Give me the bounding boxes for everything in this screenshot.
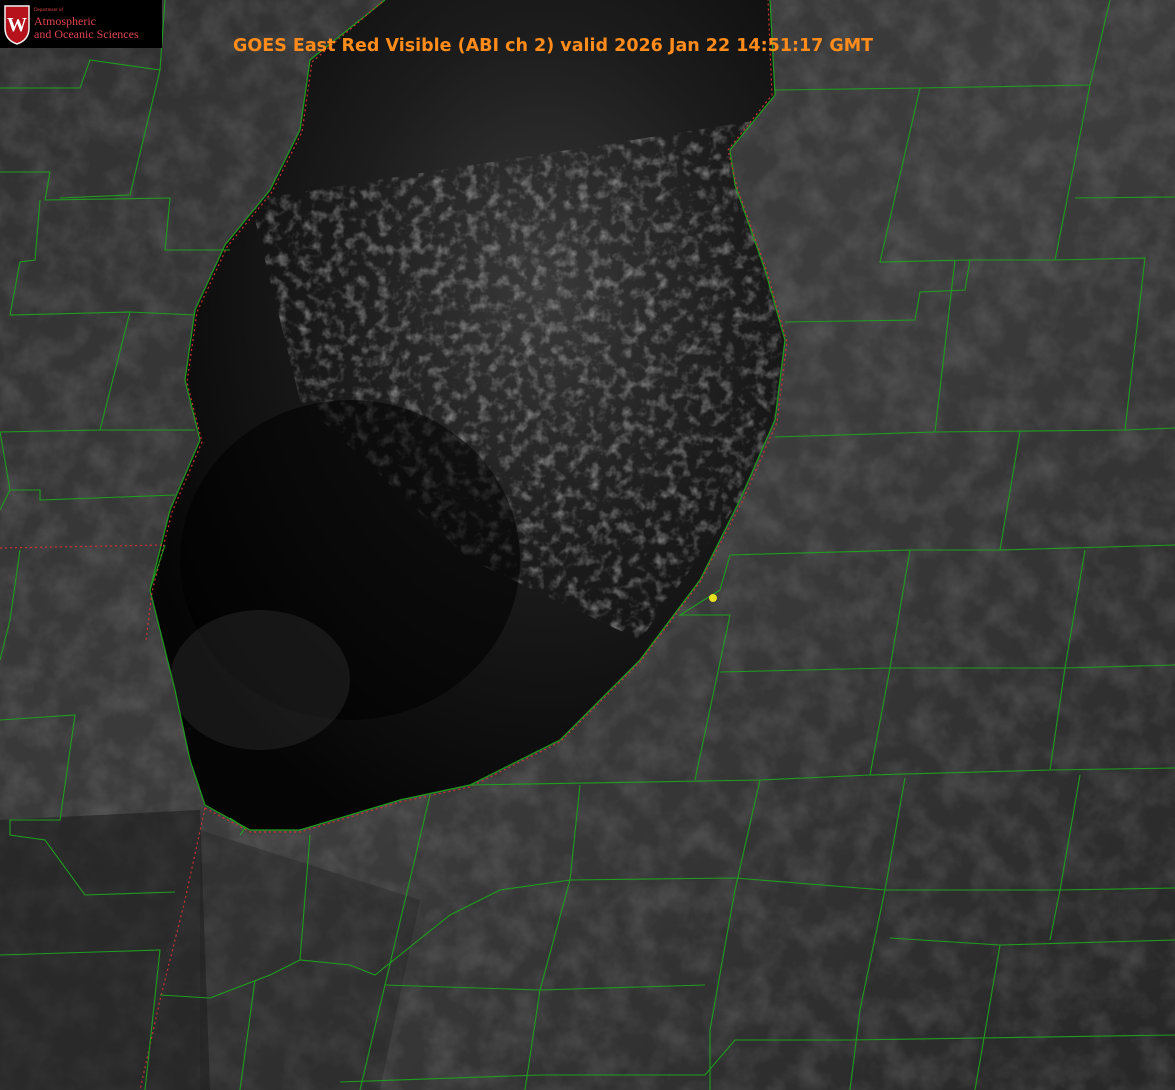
yellow-dot-marker [709,594,717,602]
uw-aos-logo: W Department of Atmospheric and Oceanic … [0,0,162,48]
logo-dept-text: Department of [34,8,64,13]
logo-line2: and Oceanic Sciences [34,27,139,41]
satellite-frame: W Department of Atmospheric and Oceanic … [0,0,1175,1090]
seal-letter: W [7,14,27,36]
uw-seal-icon: W [4,5,30,45]
image-title: GOES East Red Visible (ABI ch 2) valid 2… [233,36,874,56]
satellite-image [0,0,1175,1090]
